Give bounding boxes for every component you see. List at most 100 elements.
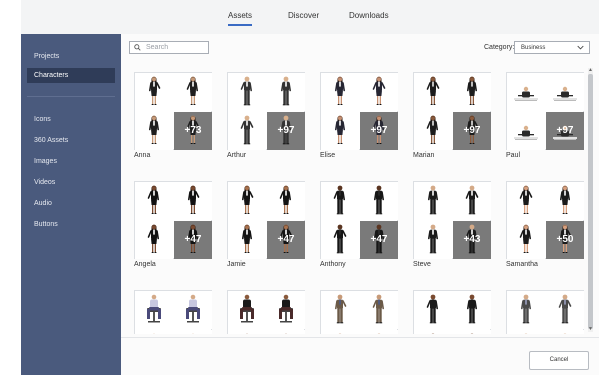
pose-thumb xyxy=(507,330,545,334)
pose-thumb xyxy=(546,330,584,334)
character-thumbnails xyxy=(227,290,305,334)
pose-thumb xyxy=(414,182,452,220)
scrollbar[interactable]: ▲ ▼ xyxy=(588,68,593,332)
scroll-up-arrow-icon[interactable]: ▲ xyxy=(588,68,593,73)
search-input[interactable]: Search xyxy=(129,41,209,54)
sidebar-item-buttons[interactable]: Buttons xyxy=(21,217,121,232)
character-card[interactable] xyxy=(506,290,584,334)
sidebar-item-characters[interactable]: Characters xyxy=(27,68,115,83)
pose-thumb xyxy=(267,330,305,334)
character-name: Elise xyxy=(320,152,336,159)
more-count-label: +50 xyxy=(556,234,574,245)
pose-thumb xyxy=(135,330,173,334)
pose-thumb xyxy=(228,221,266,259)
more-poses-thumb: +97 xyxy=(546,112,584,150)
pose-thumb xyxy=(267,182,305,220)
asset-browser-window: Assets Discover Downloads Projects Chara… xyxy=(21,0,599,375)
pose-thumb xyxy=(267,291,305,329)
pose-thumb xyxy=(453,73,491,111)
pose-thumb xyxy=(174,182,212,220)
sidebar-item-projects[interactable]: Projects xyxy=(21,49,121,64)
pose-thumb xyxy=(228,182,266,220)
character-thumbnails xyxy=(320,290,398,334)
character-card[interactable] xyxy=(134,290,212,334)
character-thumbnails xyxy=(134,290,212,334)
character-card[interactable]: +43 Steve xyxy=(413,181,491,273)
chevron-down-icon xyxy=(577,45,584,50)
pose-thumb xyxy=(453,291,491,329)
more-count-label: +97 xyxy=(556,125,574,136)
pose-thumb xyxy=(360,182,398,220)
character-name: Arthur xyxy=(227,152,247,159)
pose-thumb xyxy=(507,73,545,111)
character-name: Angela xyxy=(134,261,156,268)
more-poses-thumb: +47 xyxy=(360,221,398,259)
character-card[interactable]: +97 Arthur xyxy=(227,72,305,164)
pose-thumb xyxy=(321,291,359,329)
tab-assets[interactable]: Assets xyxy=(228,11,253,26)
more-poses-thumb: +47 xyxy=(174,221,212,259)
tab-discover[interactable]: Discover xyxy=(288,11,319,20)
more-poses-thumb: +97 xyxy=(360,112,398,150)
more-count-label: +73 xyxy=(184,125,202,136)
category-dropdown[interactable]: Business xyxy=(514,41,590,54)
more-poses-thumb: +47 xyxy=(267,221,305,259)
top-tab-bar: Assets Discover Downloads xyxy=(21,0,599,35)
more-count-label: +97 xyxy=(277,125,295,136)
character-card[interactable]: +97 Marian xyxy=(413,72,491,164)
character-card[interactable]: +97 Paul xyxy=(506,72,584,164)
pose-thumb xyxy=(360,291,398,329)
sidebar-item-images[interactable]: Images xyxy=(21,154,121,169)
sidebar-item-icons[interactable]: Icons xyxy=(21,112,121,127)
pose-thumb xyxy=(135,221,173,259)
pose-thumb xyxy=(507,182,545,220)
character-card[interactable]: +47 Angela xyxy=(134,181,212,273)
character-name: Paul xyxy=(506,152,521,159)
character-thumbnails: +47 xyxy=(320,181,398,259)
more-count-label: +97 xyxy=(463,125,481,136)
character-card[interactable]: +50 Samantha xyxy=(506,181,584,273)
pose-thumb xyxy=(546,73,584,111)
character-thumbnails: +43 xyxy=(413,181,491,259)
character-card[interactable] xyxy=(320,290,398,334)
character-card[interactable]: +47 Anthony xyxy=(320,181,398,273)
sidebar-item-360-assets[interactable]: 360 Assets xyxy=(21,133,121,148)
character-card[interactable]: +47 Jamie xyxy=(227,181,305,273)
pose-thumb xyxy=(321,221,359,259)
character-name: Anna xyxy=(134,152,151,159)
footer-divider xyxy=(121,337,599,338)
more-poses-thumb: +73 xyxy=(174,112,212,150)
cancel-button[interactable]: Cancel xyxy=(529,351,589,370)
pose-thumb xyxy=(414,221,452,259)
pose-thumb xyxy=(135,291,173,329)
pose-thumb xyxy=(321,182,359,220)
more-poses-thumb: +97 xyxy=(267,112,305,150)
pose-thumb xyxy=(174,330,212,334)
pose-thumb xyxy=(507,221,545,259)
more-count-label: +47 xyxy=(184,234,202,245)
sidebar: Projects Characters Icons 360 Assets Ima… xyxy=(21,34,121,375)
pose-thumb xyxy=(321,73,359,111)
character-thumbnails: +73 xyxy=(134,72,212,150)
more-count-label: +47 xyxy=(277,234,295,245)
sidebar-item-audio[interactable]: Audio xyxy=(21,196,121,211)
pose-thumb xyxy=(135,182,173,220)
sidebar-item-videos[interactable]: Videos xyxy=(21,175,121,190)
category-value: Business xyxy=(521,45,546,51)
scrollbar-thumb[interactable] xyxy=(588,74,593,329)
pose-thumb xyxy=(414,291,452,329)
character-thumbnails: +47 xyxy=(227,181,305,259)
character-card[interactable]: +97 Elise xyxy=(320,72,398,164)
tab-downloads[interactable]: Downloads xyxy=(349,11,389,20)
character-card[interactable] xyxy=(413,290,491,334)
pose-thumb xyxy=(135,73,173,111)
character-card[interactable] xyxy=(227,290,305,334)
character-grid: +73 Anna +97 Arthur +97 Elise +97 Marian +97 Paul… xyxy=(134,72,589,334)
character-card[interactable]: +73 Anna xyxy=(134,72,212,164)
pose-thumb xyxy=(267,73,305,111)
pose-thumb xyxy=(321,330,359,334)
pose-thumb xyxy=(546,182,584,220)
pose-thumb xyxy=(414,330,452,334)
scroll-down-arrow-icon[interactable]: ▼ xyxy=(588,327,593,332)
pose-thumb xyxy=(360,330,398,334)
